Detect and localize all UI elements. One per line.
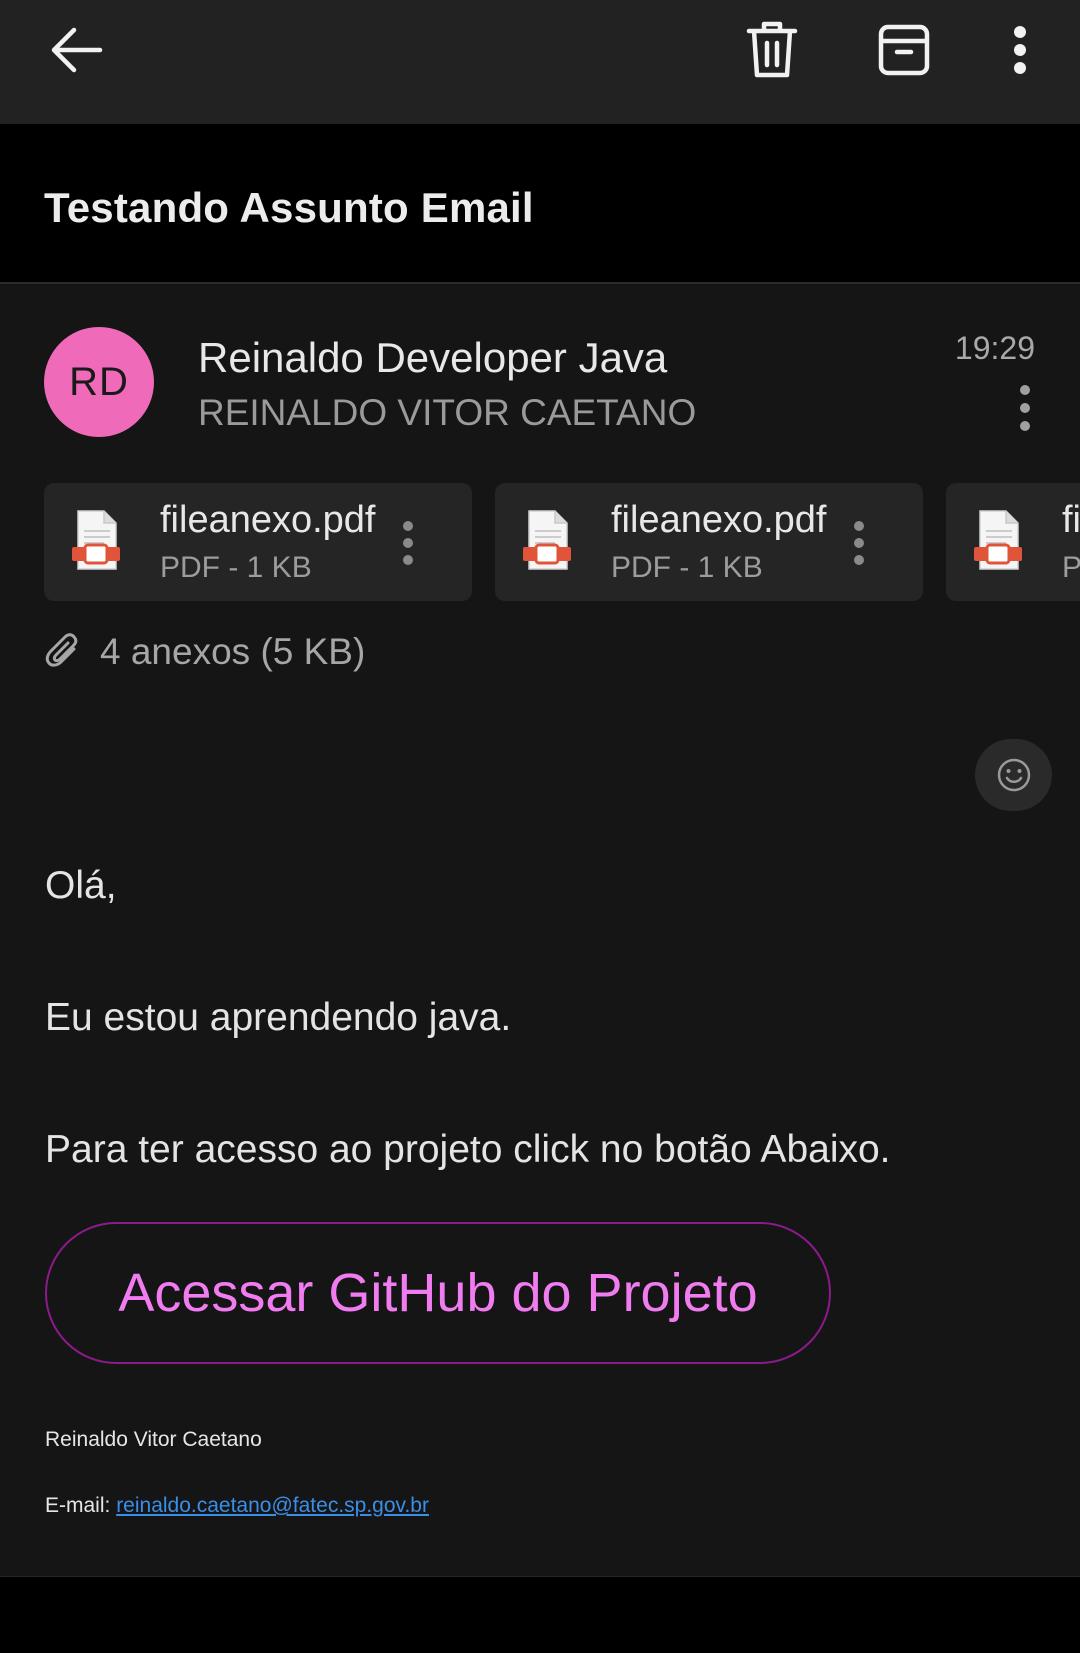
- more-options-button[interactable]: [982, 12, 1058, 88]
- attachments-summary[interactable]: 4 anexos (5 KB): [44, 630, 365, 674]
- attachment-meta: PDF - 1 KB: [1062, 551, 1080, 584]
- signature-email: E-mail: reinaldo.caetano@fatec.sp.gov.br: [45, 1494, 429, 1518]
- top-app-bar: [0, 0, 1080, 124]
- sender-name[interactable]: Reinaldo Developer Java: [198, 334, 667, 382]
- avatar[interactable]: RD: [44, 327, 154, 437]
- email-subject: Testando Assunto Email: [44, 184, 534, 231]
- sender-address[interactable]: REINALDO VITOR CAETANO: [198, 392, 696, 434]
- paperclip-icon: [45, 633, 78, 667]
- attachment-name: fileanexo.pdf: [1062, 499, 1080, 541]
- back-button[interactable]: [40, 14, 112, 86]
- pdf-file-icon: [523, 510, 571, 570]
- body-text: Eu estou aprendendo java.: [45, 996, 512, 1039]
- attachment-meta: PDF - 1 KB: [611, 551, 763, 584]
- more-vertical-icon: [403, 521, 413, 565]
- signature-name: Reinaldo Vitor Caetano: [45, 1428, 262, 1451]
- delete-button[interactable]: [734, 12, 810, 88]
- archive-button[interactable]: [866, 12, 942, 88]
- signature-email-label: E-mail:: [45, 1494, 111, 1517]
- arrow-left-icon: [51, 27, 103, 73]
- attachment-more-button[interactable]: [396, 519, 420, 567]
- trash-icon: [746, 21, 798, 78]
- attachment-name: fileanexo.pdf: [160, 499, 376, 541]
- avatar-initials: RD: [69, 359, 129, 404]
- more-vertical-icon: [1014, 26, 1026, 74]
- message-time: 19:29: [954, 330, 1035, 366]
- message-more-button[interactable]: [1010, 382, 1040, 434]
- message-container: [0, 284, 1080, 1576]
- body-text: Para ter acesso ao projeto click no botã…: [45, 1128, 891, 1171]
- more-vertical-icon: [1020, 385, 1030, 431]
- body-greeting: Olá,: [45, 864, 117, 907]
- attachment-more-button[interactable]: [847, 519, 871, 567]
- attachment-card[interactable]: fileanexo.pdf PDF - 1 KB: [44, 483, 472, 601]
- smiley-icon: [997, 758, 1030, 792]
- more-vertical-icon: [854, 521, 864, 565]
- pdf-file-icon: [72, 510, 120, 570]
- attachment-card[interactable]: fileanexo.pdf PDF - 1 KB: [495, 483, 923, 601]
- bottom-bar: [0, 1576, 1080, 1653]
- attachment-card[interactable]: fileanexo.pdf PDF - 1 KB: [946, 483, 1080, 601]
- pdf-file-icon: [974, 510, 1022, 570]
- archive-icon: [878, 24, 930, 76]
- signature-email-link[interactable]: reinaldo.caetano@fatec.sp.gov.br: [116, 1494, 429, 1517]
- attachment-meta: PDF - 1 KB: [160, 551, 312, 584]
- github-project-button[interactable]: Acessar GitHub do Projeto: [45, 1222, 831, 1364]
- reaction-button[interactable]: [975, 739, 1052, 811]
- attachments-summary-text: 4 anexos (5 KB): [100, 631, 366, 672]
- github-project-button-label: Acessar GitHub do Projeto: [118, 1263, 758, 1323]
- attachment-name: fileanexo.pdf: [611, 499, 827, 541]
